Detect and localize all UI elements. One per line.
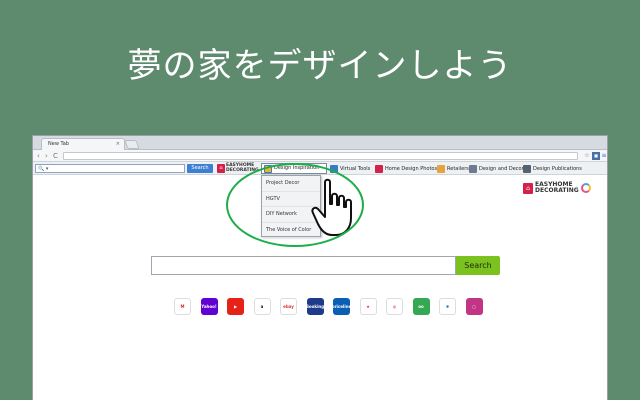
badge-icon [580,183,591,193]
tripadvisor-icon[interactable]: oo [412,298,430,315]
reload-icon[interactable]: C [53,151,58,161]
virtual-tools-label: Virtual Tools [340,165,371,172]
design-publications-label: Design Publications [533,165,582,172]
design-and-decor-button[interactable]: Design and Decor [469,163,524,174]
house-icon: ⌂ [217,164,225,173]
amazon-icon[interactable]: a [253,298,271,315]
star-icon[interactable]: ☆ [583,152,591,160]
house-icon: ⌂ [523,182,533,194]
gmail-icon[interactable]: M [174,298,191,315]
photo-icon [375,164,383,173]
decor-icon [469,164,477,173]
address-bar[interactable] [63,152,578,160]
extension-icon[interactable]: ■ [592,152,600,160]
priceline-icon[interactable]: priceline [333,298,350,315]
toolbar-search-button[interactable]: Search [187,164,213,173]
main-search-input[interactable] [151,256,456,275]
booking-icon[interactable]: Booking [306,298,324,315]
yahoo-icon[interactable]: Yahoo! [200,298,218,315]
toolbar-search-input[interactable]: 🔍 ▾ [35,164,185,173]
close-icon[interactable]: × [116,139,120,150]
design-publications-button[interactable]: Design Publications [523,163,582,174]
back-icon[interactable]: ‹ [37,151,40,161]
home-design-photos-label: Home Design Photos [385,165,438,172]
page-logo-line2: DECORATING [535,187,579,194]
headline: 夢の家をデザインしよう [127,46,513,86]
menu-icon[interactable]: ≡ [600,152,607,160]
retailers-button[interactable]: Retailers [437,163,469,174]
page-logo: ⌂ EASYHOME DECORATING [523,182,591,194]
new-tab-button[interactable] [124,140,140,149]
retailers-label: Retailers [447,165,469,172]
design-and-decor-label: Design and Decor [479,165,524,172]
home-design-photos-button[interactable]: Home Design Photos [375,163,437,174]
tab-new-tab[interactable]: New Tab × [41,138,125,150]
book-icon [523,164,531,173]
navigation-bar: ‹ › C ☆ ■ ≡ [33,150,607,162]
shortcut-tiles: M Yahoo! ▶ aebay Booking priceline ★ ◎ oo ✱ ◻ [174,298,483,315]
tab-title: New Tab [48,141,69,147]
walmart-icon[interactable]: ✱ [439,298,456,315]
browser-window: New Tab × ‹ › C ☆ ■ ≡ 🔍 ▾ Search ⌂ EASYH… [32,135,608,400]
cart-icon [437,164,445,173]
macys-icon[interactable]: ★ [359,298,377,315]
highlight-circle [226,163,364,247]
forward-icon[interactable]: › [45,151,48,161]
main-search-button[interactable]: Search [456,256,500,275]
tab-strip: New Tab × [33,136,607,150]
ebay-icon[interactable]: ebay [280,298,297,315]
target-icon[interactable]: ◎ [386,298,403,315]
instagram-icon[interactable]: ◻ [465,298,483,315]
youtube-icon[interactable]: ▶ [227,298,244,315]
